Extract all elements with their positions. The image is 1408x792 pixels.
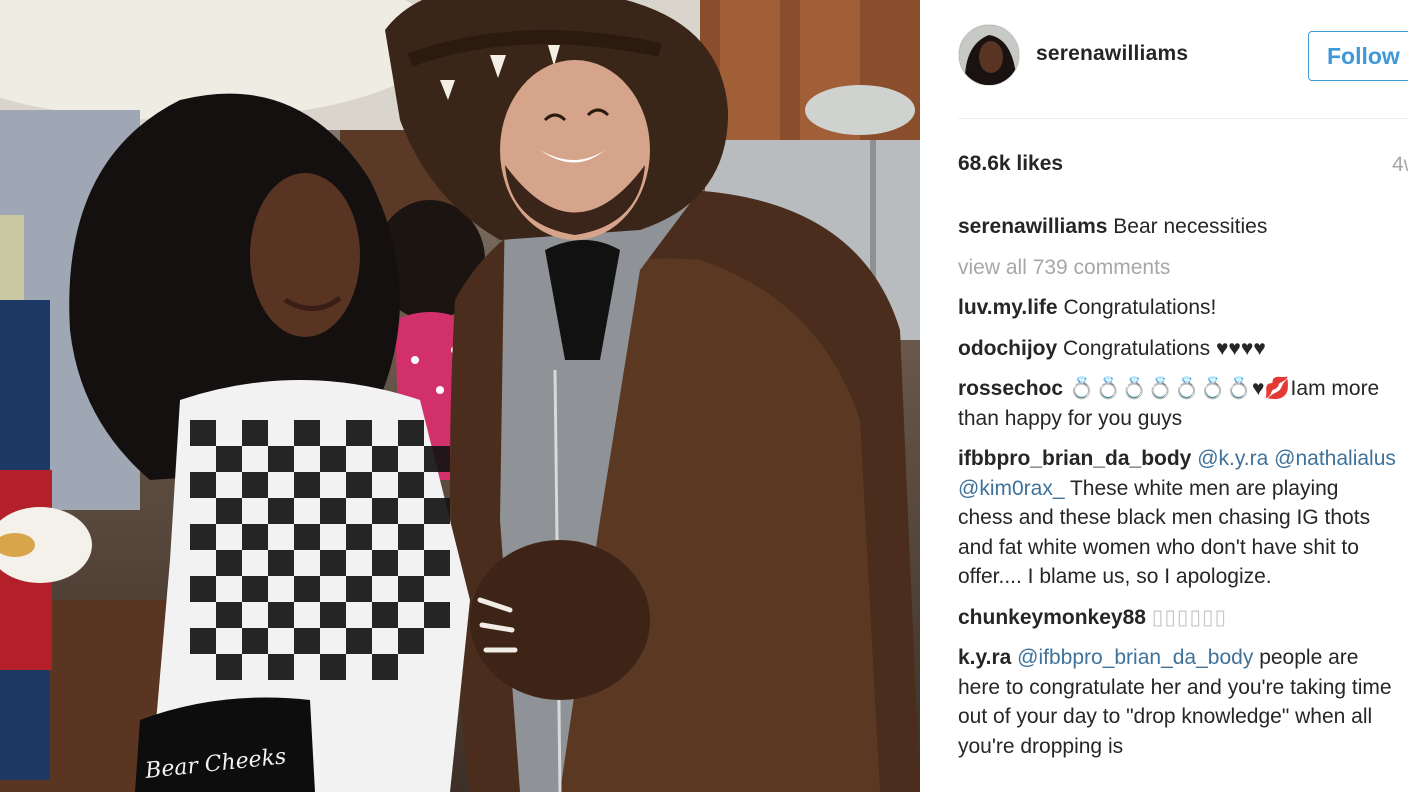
list-item: ifbbpro_brian_da_body @k.y.ra @nathalial… xyxy=(958,444,1398,592)
comment-mention[interactable]: @k.y.ra xyxy=(1197,447,1268,470)
likes-count[interactable]: 68.6k likes xyxy=(958,152,1063,176)
post-header: serenawilliams Follow xyxy=(958,22,1408,86)
comment-mention[interactable]: @ifbbpro_brian_da_body xyxy=(1017,646,1253,669)
list-item: k.y.ra @ifbbpro_brian_da_body people are… xyxy=(958,643,1398,761)
caption-text: Bear necessities xyxy=(1113,215,1268,238)
comment-text: Congratulations! xyxy=(1063,296,1217,319)
comment-text: Congratulations ♥♥♥♥ xyxy=(1063,336,1266,360)
comment-author[interactable]: k.y.ra xyxy=(958,646,1011,669)
comments-list: serenawilliams Bear necessities view all… xyxy=(958,212,1398,772)
caption: serenawilliams Bear necessities xyxy=(958,212,1398,242)
list-item: luv.my.life Congratulations! xyxy=(958,293,1398,323)
comment-author[interactable]: rossechoc xyxy=(958,377,1063,400)
list-item: rossechoc 💍💍💍💍💍💍💍♥💋Iam more than happy f… xyxy=(958,374,1398,433)
post-photo[interactable]: Bear Cheeks xyxy=(0,0,920,792)
comment-mention[interactable]: @kim0rax_ xyxy=(958,477,1065,500)
comment-author[interactable]: odochijoy xyxy=(958,337,1057,360)
view-all-comments-link[interactable]: view all 739 comments xyxy=(958,253,1398,283)
post-timestamp[interactable]: 4w xyxy=(1392,153,1408,177)
header-divider xyxy=(958,118,1408,119)
post-details-panel: serenawilliams Follow 68.6k likes 4w ser… xyxy=(920,0,1408,792)
username[interactable]: serenawilliams xyxy=(1036,42,1188,66)
comment-text: ▯▯▯▯▯▯ xyxy=(1151,605,1228,629)
comment-author[interactable]: chunkeymonkey88 xyxy=(958,606,1146,629)
follow-button[interactable]: Follow xyxy=(1308,31,1408,81)
comment-mention[interactable]: @nathalialus xyxy=(1274,447,1396,470)
list-item: chunkeymonkey88 ▯▯▯▯▯▯ xyxy=(958,603,1398,633)
list-item: odochijoy Congratulations ♥♥♥♥ xyxy=(958,334,1398,364)
photo-illustration: Bear Cheeks xyxy=(0,0,920,792)
comment-author[interactable]: luv.my.life xyxy=(958,296,1058,319)
avatar-image xyxy=(959,25,1019,85)
avatar[interactable] xyxy=(958,24,1020,86)
caption-author[interactable]: serenawilliams xyxy=(958,215,1107,238)
comment-author[interactable]: ifbbpro_brian_da_body xyxy=(958,447,1191,470)
